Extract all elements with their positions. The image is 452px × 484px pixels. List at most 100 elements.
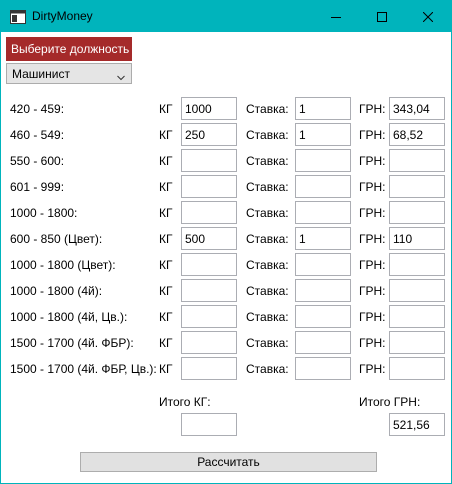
minimize-icon <box>331 12 341 22</box>
kg-label: КГ <box>159 336 173 350</box>
kg-input[interactable] <box>181 279 237 302</box>
maximize-icon <box>377 11 387 22</box>
role-label: Выберите должность <box>6 37 132 61</box>
rate-input[interactable] <box>295 357 351 380</box>
window-title: DirtyMoney <box>32 9 93 23</box>
kg-input[interactable] <box>181 149 237 172</box>
rate-input[interactable] <box>295 97 351 120</box>
range-label: 1500 - 1700 (4й. ФБР): <box>10 336 134 350</box>
maximize-button[interactable] <box>359 1 405 32</box>
kg-label: КГ <box>159 154 173 168</box>
kg-input[interactable] <box>181 253 237 276</box>
total-kg-label: Итого КГ: <box>159 395 211 409</box>
rate-label: Ставка: <box>246 258 289 272</box>
rate-label: Ставка: <box>246 310 289 324</box>
rate-label: Ставка: <box>246 284 289 298</box>
kg-input[interactable] <box>181 305 237 328</box>
grn-input[interactable] <box>389 97 445 120</box>
grn-input[interactable] <box>389 357 445 380</box>
rate-input[interactable] <box>295 227 351 250</box>
rate-input[interactable] <box>295 175 351 198</box>
role-select-value: Машинист <box>12 67 70 81</box>
grn-label: ГРН: <box>359 284 386 298</box>
rate-input[interactable] <box>295 331 351 354</box>
grn-input[interactable] <box>389 175 445 198</box>
rate-label: Ставка: <box>246 102 289 116</box>
grn-label: ГРН: <box>359 180 386 194</box>
grn-input[interactable] <box>389 201 445 224</box>
grn-input[interactable] <box>389 305 445 328</box>
range-label: 420 - 459: <box>10 102 65 116</box>
rate-label: Ставка: <box>246 128 289 142</box>
grn-input[interactable] <box>389 253 445 276</box>
kg-label: КГ <box>159 232 173 246</box>
grn-label: ГРН: <box>359 206 386 220</box>
rate-label: Ставка: <box>246 362 289 376</box>
kg-label: КГ <box>159 310 173 324</box>
rate-input[interactable] <box>295 305 351 328</box>
range-label: 1500 - 1700 (4й. ФБР, Цв.): <box>10 362 157 376</box>
range-label: 1000 - 1800 (4й): <box>10 284 103 298</box>
rate-input[interactable] <box>295 279 351 302</box>
kg-input[interactable] <box>181 227 237 250</box>
rate-row: 1000 - 1800 (4й): КГ Ставка: ГРН: <box>1 279 451 303</box>
rate-row: 600 - 850 (Цвет): КГ Ставка: ГРН: <box>1 227 451 251</box>
rate-input[interactable] <box>295 201 351 224</box>
range-label: 550 - 600: <box>10 154 65 168</box>
kg-input[interactable] <box>181 97 237 120</box>
kg-label: КГ <box>159 258 173 272</box>
title-bar[interactable]: DirtyMoney <box>1 1 451 32</box>
kg-input[interactable] <box>181 175 237 198</box>
close-button[interactable] <box>405 1 451 32</box>
range-label: 460 - 549: <box>10 128 65 142</box>
rate-row: 550 - 600: КГ Ставка: ГРН: <box>1 149 451 173</box>
rate-label: Ставка: <box>246 180 289 194</box>
range-label: 1000 - 1800 (4й, Цв.): <box>10 310 128 324</box>
total-grn-field[interactable] <box>389 413 445 436</box>
grn-input[interactable] <box>389 279 445 302</box>
rate-input[interactable] <box>295 253 351 276</box>
grn-label: ГРН: <box>359 310 386 324</box>
kg-input[interactable] <box>181 331 237 354</box>
grn-input[interactable] <box>389 227 445 250</box>
chevron-down-icon <box>117 70 125 84</box>
rate-row: 601 - 999: КГ Ставка: ГРН: <box>1 175 451 199</box>
minimize-button[interactable] <box>313 1 359 32</box>
rate-row: 1000 - 1800 (4й, Цв.): КГ Ставка: ГРН: <box>1 305 451 329</box>
kg-label: КГ <box>159 180 173 194</box>
grn-input[interactable] <box>389 149 445 172</box>
rate-label: Ставка: <box>246 206 289 220</box>
range-label: 601 - 999: <box>10 180 65 194</box>
total-kg-field[interactable] <box>181 413 237 436</box>
rate-row: 1500 - 1700 (4й. ФБР, Цв.): КГ Ставка: Г… <box>1 357 451 381</box>
rate-row: 460 - 549: КГ Ставка: ГРН: <box>1 123 451 147</box>
kg-input[interactable] <box>181 123 237 146</box>
grn-input[interactable] <box>389 331 445 354</box>
role-select[interactable]: Машинист <box>6 63 132 84</box>
rate-row: 1000 - 1800: КГ Ставка: ГРН: <box>1 201 451 225</box>
kg-label: КГ <box>159 128 173 142</box>
rate-row: 1500 - 1700 (4й. ФБР): КГ Ставка: ГРН: <box>1 331 451 355</box>
rate-input[interactable] <box>295 123 351 146</box>
kg-label: КГ <box>159 362 173 376</box>
kg-input[interactable] <box>181 357 237 380</box>
range-label: 600 - 850 (Цвет): <box>10 232 103 246</box>
app-icon <box>10 10 26 24</box>
grn-label: ГРН: <box>359 128 386 142</box>
rate-label: Ставка: <box>246 232 289 246</box>
rate-row: 1000 - 1800 (Цвет): КГ Ставка: ГРН: <box>1 253 451 277</box>
kg-input[interactable] <box>181 201 237 224</box>
grn-input[interactable] <box>389 123 445 146</box>
rate-input[interactable] <box>295 149 351 172</box>
rate-label: Ставка: <box>246 154 289 168</box>
grn-label: ГРН: <box>359 336 386 350</box>
grn-label: ГРН: <box>359 154 386 168</box>
range-label: 1000 - 1800 (Цвет): <box>10 258 116 272</box>
kg-label: КГ <box>159 102 173 116</box>
calculate-button[interactable]: Рассчитать <box>80 452 377 472</box>
total-grn-label: Итого ГРН: <box>359 395 421 409</box>
app-window: DirtyMoney Выберите должность Машинист 4… <box>0 0 452 484</box>
kg-label: КГ <box>159 206 173 220</box>
grn-label: ГРН: <box>359 102 386 116</box>
close-icon <box>423 11 433 22</box>
